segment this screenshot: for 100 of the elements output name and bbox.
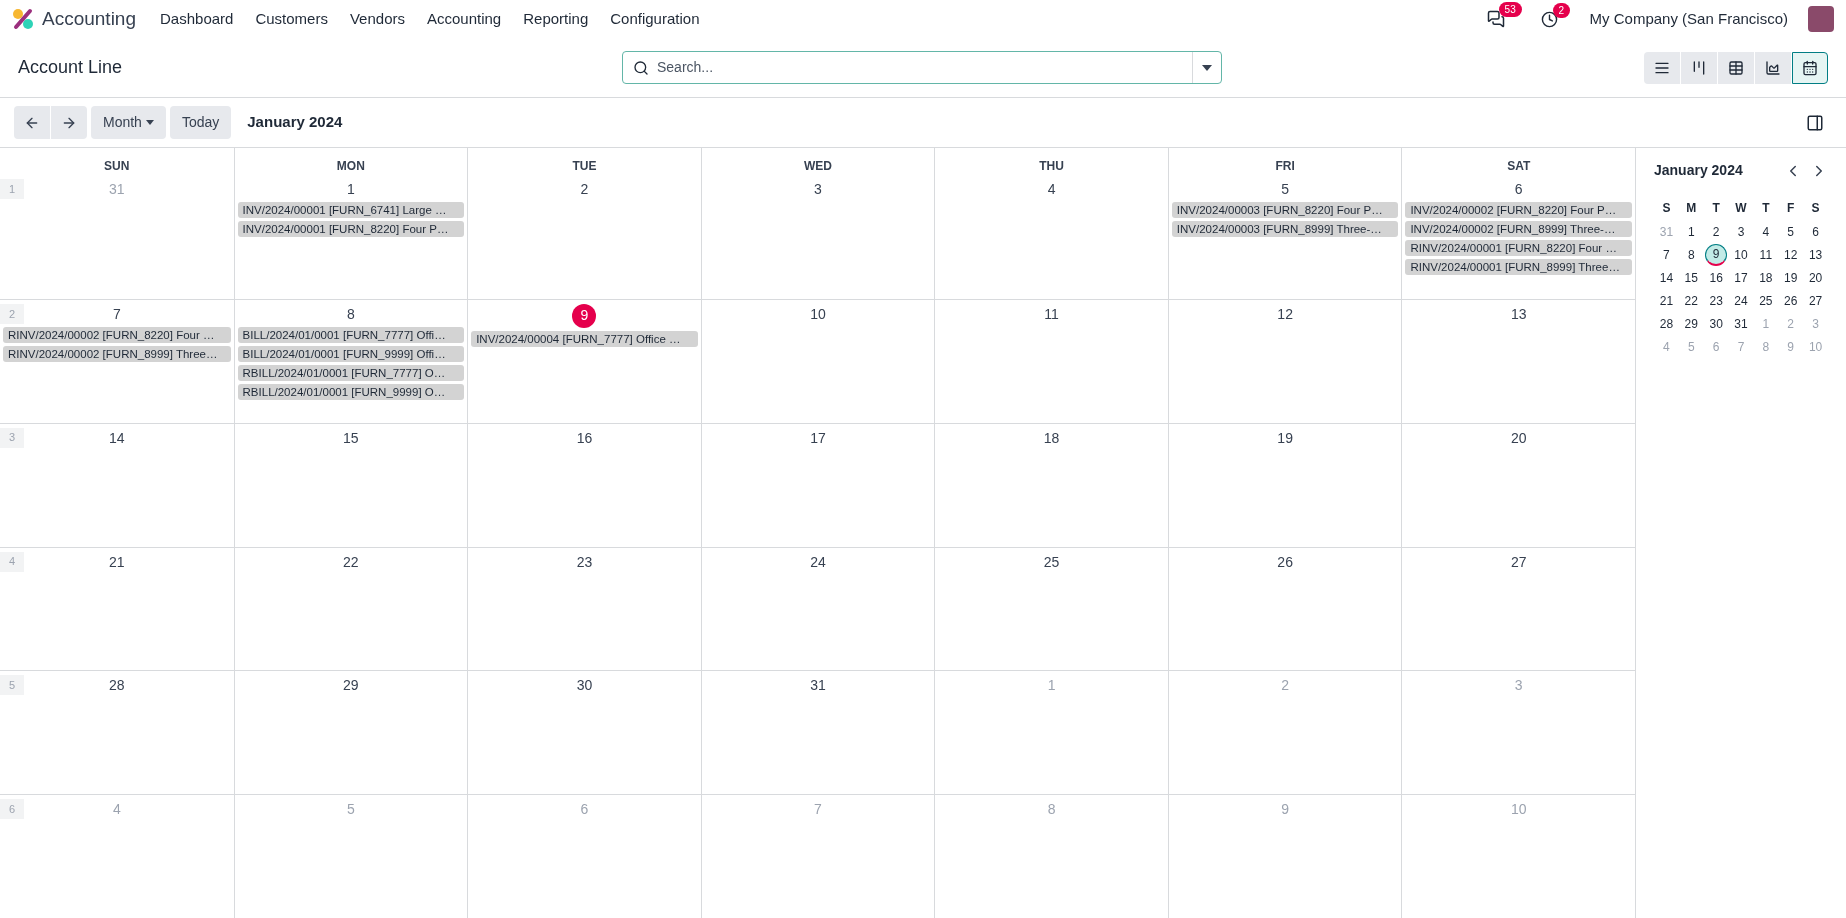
mini-calendar-day[interactable]: 7	[1663, 245, 1670, 264]
next-button[interactable]	[51, 106, 87, 139]
scale-dropdown[interactable]: Month	[91, 106, 166, 139]
calendar-event[interactable]: INV/2024/00003 [FURN_8220] Four P…	[1171, 202, 1399, 218]
mini-calendar-day[interactable]: 1	[1687, 222, 1695, 241]
calendar-event[interactable]: RINV/2024/00001 [FURN_8220] Four …	[1405, 240, 1632, 256]
menu-item[interactable]: Vendors	[349, 7, 405, 31]
day-number[interactable]: 10	[810, 303, 826, 324]
day-number[interactable]: 16	[576, 427, 593, 448]
mini-calendar-day[interactable]: 18	[1759, 268, 1773, 287]
day-number[interactable]: 21	[109, 551, 125, 572]
day-number[interactable]: 6	[1514, 179, 1523, 199]
mini-calendar-day[interactable]: 10	[1734, 245, 1748, 264]
day-number[interactable]: 5	[1281, 179, 1290, 199]
calendar-event[interactable]: INV/2024/00001 [FURN_6741] Large …	[237, 202, 465, 218]
day-number[interactable]: 23	[576, 551, 593, 572]
mini-calendar-day[interactable]: 8	[1687, 245, 1695, 264]
day-number[interactable]: 24	[810, 551, 826, 572]
menu-item[interactable]: Customers	[255, 7, 328, 31]
mini-calendar-day[interactable]: 29	[1684, 314, 1698, 333]
calendar-event[interactable]: INV/2024/00003 [FURN_8999] Three-…	[1171, 221, 1399, 237]
mini-calendar-day[interactable]: 26	[1784, 291, 1798, 310]
day-number[interactable]: 18	[1043, 427, 1060, 448]
mini-calendar-day[interactable]: 13	[1808, 245, 1823, 264]
mini-calendar-day[interactable]: 20	[1808, 268, 1823, 287]
mini-calendar-day[interactable]: 17	[1734, 268, 1748, 287]
day-number[interactable]: 11	[1044, 303, 1059, 324]
view-switch-button[interactable]	[1792, 51, 1828, 84]
menu-item[interactable]: Reporting	[523, 7, 589, 31]
calendar-event[interactable]: INV/2024/00002 [FURN_8999] Three-…	[1405, 221, 1632, 237]
day-number[interactable]: 12	[1277, 303, 1293, 324]
calendar-event[interactable]: INV/2024/00001 [FURN_8220] Four P…	[237, 221, 465, 237]
mini-calendar-day[interactable]: 23	[1709, 291, 1723, 310]
search-input[interactable]: Search...	[657, 57, 1192, 78]
menu-item[interactable]: Accounting	[427, 7, 502, 31]
app-logo-icon[interactable]	[12, 8, 34, 30]
day-number[interactable]: 4	[1047, 179, 1056, 199]
activity-clock-icon[interactable]	[1540, 10, 1558, 28]
day-number[interactable]: 20	[1510, 427, 1527, 448]
calendar-event[interactable]: BILL/2024/01/0001 [FURN_7777] Offi…	[237, 326, 465, 343]
day-number[interactable]: 8	[346, 303, 355, 324]
calendar-event[interactable]: INV/2024/00002 [FURN_8220] Four P…	[1405, 202, 1632, 218]
mini-calendar-day[interactable]: 31	[1734, 314, 1748, 333]
calendar-event[interactable]: RBILL/2024/01/0001 [FURN_7777] O…	[237, 364, 465, 381]
calendar-event[interactable]: INV/2024/00004 [FURN_7777] Office …	[471, 330, 698, 347]
view-switch-button[interactable]	[1755, 51, 1791, 84]
calendar-event[interactable]: BILL/2024/01/0001 [FURN_9999] Offi…	[237, 345, 465, 362]
mini-calendar-day[interactable]: 16	[1709, 268, 1723, 287]
search-field[interactable]: Search...	[622, 51, 1222, 84]
menu-item[interactable]: Configuration	[610, 7, 700, 31]
mini-calendar-day[interactable]: 5	[1787, 222, 1795, 241]
mini-calendar-day[interactable]: 24	[1734, 291, 1748, 310]
day-number[interactable]: 27	[1510, 551, 1527, 572]
mini-calendar-day[interactable]: 22	[1684, 291, 1698, 310]
mini-calendar-day[interactable]: 27	[1808, 291, 1823, 310]
day-number[interactable]: 29	[343, 675, 359, 696]
mini-calendar-day[interactable]: 25	[1759, 291, 1773, 310]
mini-calendar-day[interactable]: 15	[1684, 268, 1698, 287]
side-panel-toggle-icon[interactable]	[1806, 113, 1824, 132]
company-switcher[interactable]: My Company (San Francisco)	[1589, 7, 1788, 31]
mini-calendar-day[interactable]: 19	[1784, 268, 1798, 287]
view-switch-button[interactable]	[1644, 51, 1680, 84]
mini-calendar-day[interactable]: 3	[1737, 222, 1745, 241]
mini-calendar-day[interactable]: 9	[1705, 243, 1728, 266]
view-switch-button[interactable]	[1681, 51, 1717, 84]
day-number[interactable]: 26	[1277, 551, 1293, 572]
day-number[interactable]: 9	[572, 303, 597, 328]
day-number[interactable]: 17	[810, 427, 826, 448]
mini-calendar-day[interactable]: 4	[1762, 222, 1770, 241]
mini-calendar-day[interactable]: 30	[1709, 314, 1723, 333]
day-number[interactable]: 15	[343, 427, 359, 448]
day-number[interactable]: 14	[109, 427, 125, 448]
day-number[interactable]: 3	[814, 179, 822, 199]
mini-calendar-day[interactable]: 6	[1812, 222, 1819, 241]
previous-button[interactable]	[14, 106, 50, 139]
day-number[interactable]: 30	[576, 675, 593, 696]
day-number[interactable]: 22	[343, 551, 359, 572]
mini-calendar-day[interactable]: 11	[1759, 245, 1773, 264]
app-name[interactable]: Accounting	[42, 4, 136, 34]
day-number[interactable]: 2	[580, 179, 589, 199]
calendar-event[interactable]: RINV/2024/00002 [FURN_8999] Three…	[3, 345, 231, 362]
day-number[interactable]: 28	[109, 675, 125, 696]
view-switch-button[interactable]	[1718, 51, 1754, 84]
today-button[interactable]: Today	[169, 106, 232, 139]
chat-icon[interactable]	[1486, 10, 1505, 28]
calendar-event[interactable]: RBILL/2024/01/0001 [FURN_9999] O…	[237, 383, 465, 400]
mini-calendar-day[interactable]: 2	[1712, 222, 1720, 241]
day-number[interactable]: 25	[1043, 551, 1060, 572]
calendar-event[interactable]: RINV/2024/00001 [FURN_8999] Three…	[1405, 259, 1632, 275]
day-number[interactable]: 13	[1510, 303, 1527, 324]
day-number[interactable]: 1	[346, 179, 355, 199]
mini-calendar-day[interactable]: 12	[1784, 245, 1798, 264]
calendar-event[interactable]: RINV/2024/00002 [FURN_8220] Four …	[3, 326, 231, 343]
mini-calendar-day[interactable]: 21	[1659, 291, 1674, 310]
mini-calendar-day[interactable]: 14	[1659, 268, 1674, 287]
day-number[interactable]: 7	[112, 303, 121, 324]
day-number[interactable]: 19	[1277, 427, 1293, 448]
mini-calendar-day[interactable]: 28	[1659, 314, 1674, 333]
day-number[interactable]: 31	[810, 675, 826, 696]
menu-item[interactable]: Dashboard	[160, 7, 234, 31]
